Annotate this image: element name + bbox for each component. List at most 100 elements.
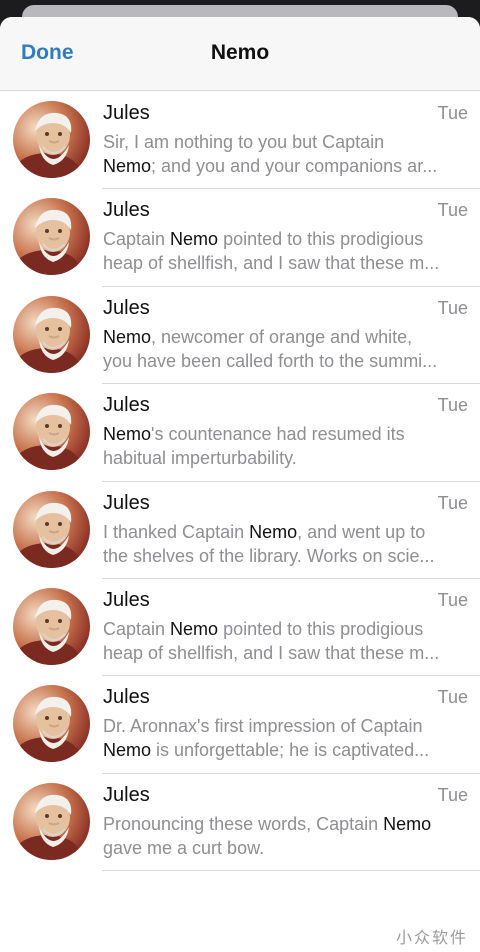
snippet-text: gave me a curt bow. <box>103 837 265 858</box>
sender-name: Jules <box>103 296 150 319</box>
message-snippet: Nemo's countenance had resumed its habit… <box>103 422 468 470</box>
portrait-image <box>13 295 90 373</box>
message-date: Tue <box>437 589 468 610</box>
avatar <box>13 587 90 665</box>
snippet-line-1: Dr. Aronnax's first impression of Captai… <box>103 714 468 738</box>
snippet-line-1: I thanked Captain Nemo, and went up to <box>103 520 468 544</box>
snippet-text: the shelves of the library. Works on sci… <box>103 545 435 566</box>
message-snippet: Sir, I am nothing to you but Captain Nem… <box>103 130 468 178</box>
portrait-image <box>13 198 90 276</box>
snippet-line-2: habitual imperturbability. <box>103 446 468 470</box>
snippet-line-2: you have been called forth to the summi.… <box>103 349 468 373</box>
avatar <box>13 685 90 763</box>
sender-name: Jules <box>103 491 150 514</box>
snippet-line-2: gave me a curt bow. <box>103 836 468 860</box>
snippet-text: heap of shellfish, and I saw that these … <box>103 642 440 663</box>
snippet-text: Pronouncing these words, Captain <box>103 813 384 834</box>
search-match-text: Nemo <box>103 326 152 347</box>
page-title: Nemo <box>210 41 270 64</box>
search-match-text: Nemo <box>103 424 152 445</box>
message-snippet: Pronouncing these words, Captain Nemo ga… <box>103 812 468 860</box>
portrait-image <box>13 393 90 471</box>
row-content: Jules Tue I thanked Captain Nemo, and we… <box>102 481 480 579</box>
snippet-line-2: Nemo is unforgettable; he is captivated.… <box>103 738 468 762</box>
search-match-text: Nemo <box>170 229 219 250</box>
portrait-image <box>13 587 90 665</box>
row-content: Jules Tue Nemo, newcomer of orange and w… <box>102 286 480 385</box>
list-item[interactable]: Jules Tue I thanked Captain Nemo, and we… <box>0 481 480 579</box>
portrait-image <box>13 490 90 568</box>
results-list: Jules Tue Sir, I am nothing to you but C… <box>0 91 480 872</box>
avatar <box>13 101 90 178</box>
list-item[interactable]: Jules Tue Captain Nemo pointed to this p… <box>0 188 480 287</box>
row-content: Jules Tue Pronouncing these words, Capta… <box>102 773 480 872</box>
snippet-text: I thanked Captain <box>103 521 250 542</box>
sender-name: Jules <box>103 394 150 417</box>
message-snippet: Captain Nemo pointed to this prodigious … <box>103 617 468 665</box>
snippet-line-1: Nemo's countenance had resumed its <box>103 422 468 446</box>
message-snippet: I thanked Captain Nemo, and went up to t… <box>103 520 468 568</box>
message-date: Tue <box>437 492 468 513</box>
portrait-image <box>13 101 90 178</box>
message-snippet: Dr. Aronnax's first impression of Captai… <box>103 714 468 762</box>
list-item[interactable]: Jules Tue Nemo's countenance had resumed… <box>0 383 480 482</box>
search-results-sheet: Done Nemo Jules Tue Sir, I am nothing to… <box>0 17 480 952</box>
sender-name: Jules <box>103 783 150 806</box>
search-match-text: Nemo <box>103 156 152 176</box>
snippet-text: you have been called forth to the summi.… <box>103 350 438 371</box>
snippet-text: 's countenance had resumed its <box>151 424 405 445</box>
row-content: Jules Tue Dr. Aronnax's first impression… <box>102 675 480 774</box>
snippet-text: ; and you and your companions ar... <box>151 156 438 176</box>
list-item[interactable]: Jules Tue Dr. Aronnax's first impression… <box>0 675 480 774</box>
snippet-text: habitual imperturbability. <box>103 448 297 469</box>
sender-name: Jules <box>103 588 150 611</box>
message-snippet: Nemo, newcomer of orange and white, you … <box>103 325 468 373</box>
list-item[interactable]: Jules Tue Pronouncing these words, Capta… <box>0 773 480 872</box>
snippet-text: Captain <box>103 618 171 639</box>
snippet-text: , newcomer of orange and white, <box>151 326 413 347</box>
snippet-line-1: Pronouncing these words, Captain Nemo <box>103 812 468 836</box>
watermark: 小众软件 <box>395 930 468 947</box>
avatar <box>13 198 90 276</box>
list-item[interactable]: Jules Tue Nemo, newcomer of orange and w… <box>0 286 480 385</box>
list-item[interactable]: Jules Tue Captain Nemo pointed to this p… <box>0 578 480 677</box>
sender-name: Jules <box>103 686 150 709</box>
message-date: Tue <box>437 687 468 708</box>
snippet-line-1: Nemo, newcomer of orange and white, <box>103 325 468 349</box>
row-content: Jules Tue Sir, I am nothing to you but C… <box>102 91 480 190</box>
sender-name: Jules <box>103 199 150 222</box>
snippet-line-1: Captain Nemo pointed to this prodigious <box>103 617 468 641</box>
snippet-text: pointed to this prodigious <box>218 618 424 639</box>
snippet-line-2: heap of shellfish, and I saw that these … <box>103 251 468 275</box>
message-snippet: Captain Nemo pointed to this prodigious … <box>103 227 468 275</box>
row-content: Jules Tue Nemo's countenance had resumed… <box>102 383 480 482</box>
snippet-line-1: Sir, I am nothing to you but Captain <box>103 130 468 154</box>
snippet-text: Captain <box>103 229 171 250</box>
message-date: Tue <box>437 395 468 416</box>
sender-name: Jules <box>103 102 150 124</box>
message-date: Tue <box>437 784 468 805</box>
search-match-text: Nemo <box>103 740 152 761</box>
snippet-text: pointed to this prodigious <box>218 229 424 250</box>
snippet-text: heap of shellfish, and I saw that these … <box>103 253 440 274</box>
avatar <box>13 782 90 860</box>
avatar <box>13 490 90 568</box>
snippet-text: Dr. Aronnax's first impression of Captai… <box>103 716 423 737</box>
snippet-text: is unforgettable; he is captivated... <box>151 740 430 761</box>
navigation-bar: Done Nemo <box>0 17 480 91</box>
row-content: Jules Tue Captain Nemo pointed to this p… <box>102 188 480 287</box>
message-date: Tue <box>437 103 468 123</box>
message-date: Tue <box>437 297 468 318</box>
avatar <box>13 393 90 471</box>
search-match-text: Nemo <box>170 618 219 639</box>
search-match-text: Nemo <box>383 813 432 834</box>
snippet-text: Sir, I am nothing to you but Captain <box>103 132 385 152</box>
snippet-line-2: heap of shellfish, and I saw that these … <box>103 641 468 665</box>
snippet-line-2: the shelves of the library. Works on sci… <box>103 544 468 568</box>
snippet-line-2: Nemo; and you and your companions ar... <box>103 154 468 178</box>
list-item[interactable]: Jules Tue Sir, I am nothing to you but C… <box>0 91 480 190</box>
portrait-image <box>13 782 90 860</box>
snippet-line-1: Captain Nemo pointed to this prodigious <box>103 227 468 251</box>
row-content: Jules Tue Captain Nemo pointed to this p… <box>102 578 480 677</box>
search-match-text: Nemo <box>249 521 298 542</box>
